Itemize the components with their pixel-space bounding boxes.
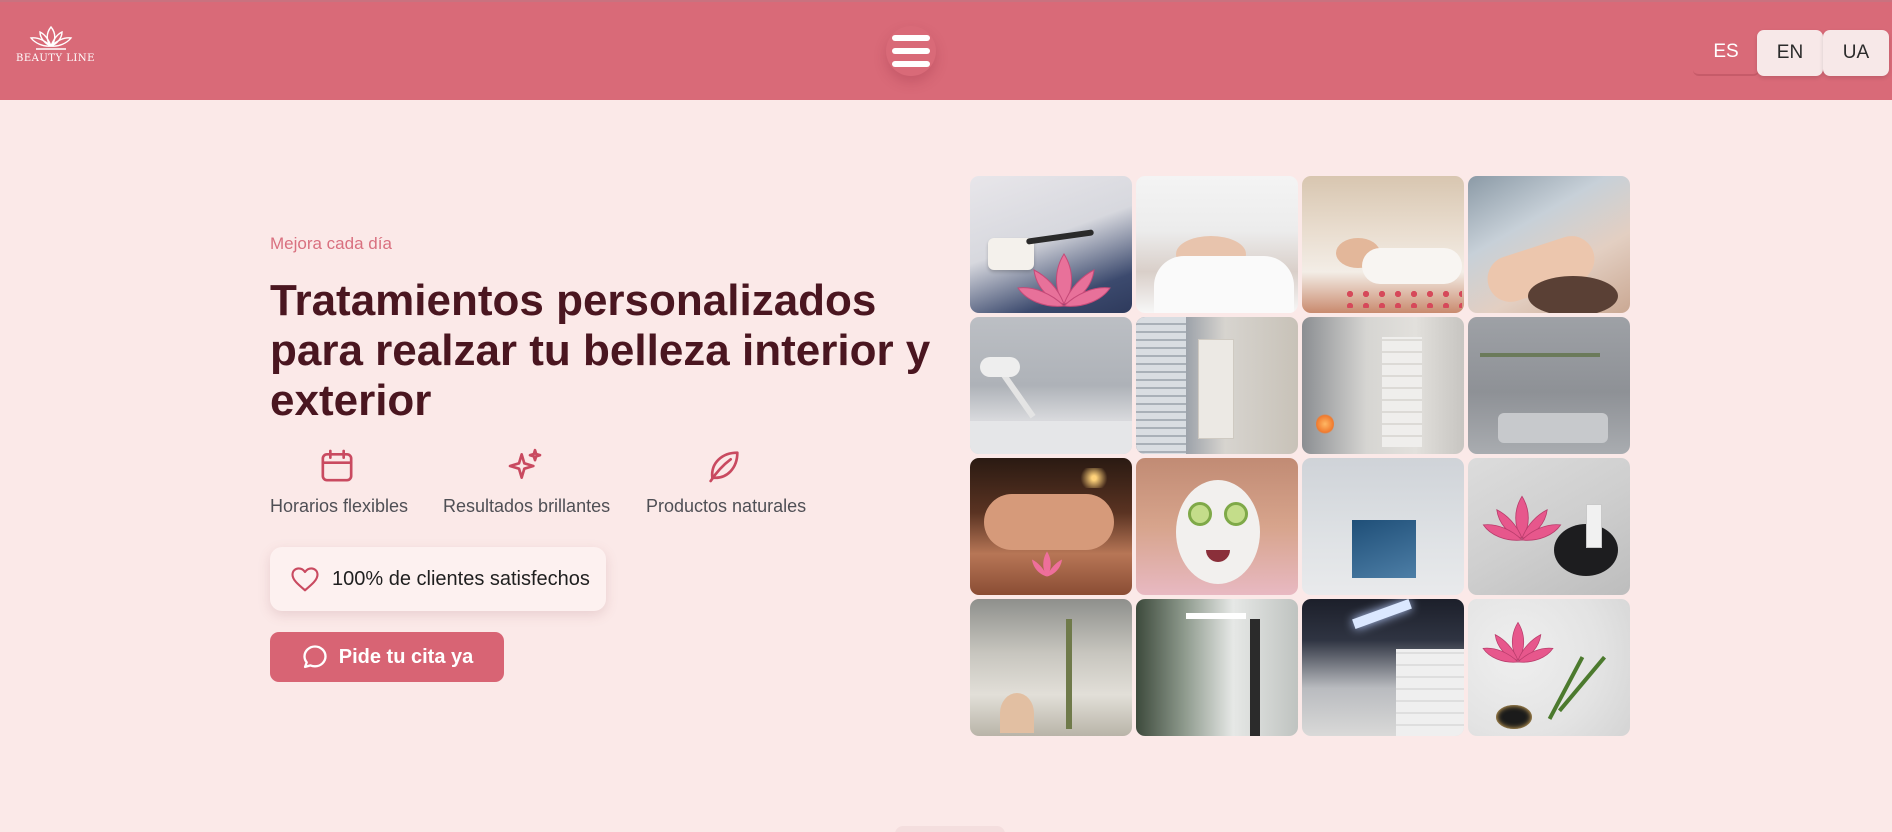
lotus-flower-image <box>1482 495 1562 541</box>
chat-bubble-icon <box>303 645 327 669</box>
heart-icon <box>291 567 319 592</box>
gallery-image-facial-massage[interactable] <box>1468 176 1630 313</box>
gallery-image-salon-ceiling-light[interactable] <box>1302 599 1464 736</box>
bottom-scroll-tab <box>895 826 1005 832</box>
book-appointment-button[interactable]: Pide tu cita ya <box>270 632 504 682</box>
calendar-icon <box>321 449 353 482</box>
feature-label: Horarios flexibles <box>270 496 409 516</box>
language-es-button[interactable]: ES <box>1693 30 1759 76</box>
gallery-image-treatment-bed-room[interactable] <box>1468 317 1630 454</box>
hero-title: Tratamientos personalizados para realzar… <box>270 276 931 425</box>
gallery-image-relaxing-client[interactable] <box>1302 176 1464 313</box>
feature-flexible-hours: Horarios flexibles <box>270 446 408 517</box>
language-ua-button[interactable]: UA <box>1823 30 1889 76</box>
gallery-image-salon-interior-mirror[interactable] <box>970 599 1132 736</box>
brand-name: BEAUTY LINE <box>16 53 95 64</box>
language-en-button[interactable]: EN <box>1757 30 1823 76</box>
feature-label: Productos naturales <box>646 496 807 516</box>
photo-gallery <box>970 176 1630 736</box>
hamburger-menu-button[interactable] <box>886 26 936 76</box>
brand-logo[interactable]: BEAUTY LINE <box>16 24 95 74</box>
gallery-image-lotus-candle-decor[interactable] <box>1468 599 1630 736</box>
leaf-icon <box>709 451 739 483</box>
gallery-image-facial-treatment[interactable] <box>1136 176 1298 313</box>
satisfaction-badge: 100% de clientes satisfechos <box>270 547 606 611</box>
satisfaction-label: 100% de clientes satisfechos <box>332 567 590 590</box>
gallery-image-treatment-room-lamp[interactable] <box>970 317 1132 454</box>
feature-label: Resultados brillantes <box>443 496 611 516</box>
lotus-flower-image <box>1017 253 1111 307</box>
sparkles-icon <box>508 448 542 479</box>
menu-bar-middle <box>892 48 930 54</box>
hero-eyebrow: Mejora cada día <box>270 234 392 253</box>
gallery-image-back-massage-candles[interactable] <box>970 458 1132 595</box>
feature-brilliant-results: Resultados brillantes <box>443 446 611 517</box>
feature-natural-products: Productos naturales <box>646 446 806 517</box>
gallery-image-salon-entrance[interactable] <box>1136 599 1298 736</box>
gallery-image-lotus-with-products[interactable] <box>1468 458 1630 595</box>
top-navigation-bar: BEAUTY LINE ES EN UA <box>0 0 1892 100</box>
lotus-flower-image <box>1482 621 1554 663</box>
gallery-image-face-mask-cucumbers[interactable] <box>1136 458 1298 595</box>
gallery-image-treatment-room-cabinet[interactable] <box>1136 317 1298 454</box>
menu-bar-top <box>892 35 930 41</box>
lotus-logo-icon <box>29 25 73 50</box>
menu-bar-bottom <box>892 61 930 67</box>
gallery-image-candle-corner[interactable] <box>1302 317 1464 454</box>
gallery-image-product-poster-wall[interactable] <box>1302 458 1464 595</box>
gallery-image-cream-jar-with-lotus[interactable] <box>970 176 1132 313</box>
lily-flower-image <box>1032 551 1062 577</box>
cta-label: Pide tu cita ya <box>338 645 474 668</box>
